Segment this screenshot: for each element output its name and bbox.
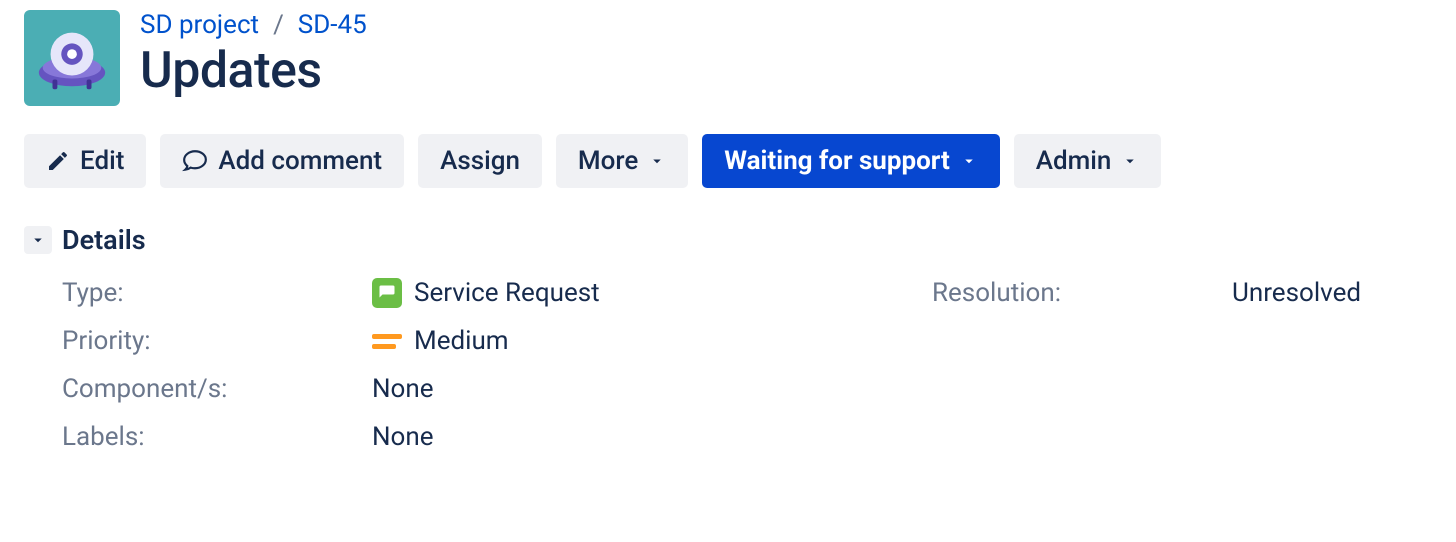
breadcrumb-separator: / (273, 10, 284, 40)
resolution-value: Unresolved (1232, 278, 1432, 308)
ufo-icon (33, 19, 111, 97)
add-comment-button[interactable]: Add comment (160, 134, 404, 188)
labels-value[interactable]: None (372, 422, 932, 452)
labels-label: Labels: (62, 422, 372, 452)
chevron-down-icon (648, 152, 666, 170)
edit-button[interactable]: Edit (24, 134, 146, 188)
chevron-down-icon (960, 152, 978, 170)
chevron-down-icon (1121, 152, 1139, 170)
edit-label: Edit (80, 146, 124, 176)
more-button[interactable]: More (556, 134, 688, 188)
pencil-icon (46, 149, 70, 173)
project-avatar[interactable] (24, 10, 120, 106)
resolution-label: Resolution: (932, 278, 1232, 308)
priority-label: Priority: (62, 326, 372, 356)
status-label: Waiting for support (724, 146, 949, 176)
admin-label: Admin (1036, 146, 1112, 176)
components-label: Component/s: (62, 374, 372, 404)
comment-icon (182, 148, 208, 174)
breadcrumb: SD project / SD-45 (140, 10, 367, 40)
priority-value-text: Medium (414, 326, 509, 356)
breadcrumb-project-link[interactable]: SD project (140, 10, 259, 40)
chevron-down-icon (29, 231, 47, 249)
breadcrumb-issue-link[interactable]: SD-45 (298, 10, 367, 40)
add-comment-label: Add comment (218, 146, 382, 176)
service-request-icon (372, 278, 402, 308)
priority-medium-icon (372, 332, 402, 350)
more-label: More (578, 146, 638, 176)
type-value[interactable]: Service Request (372, 278, 932, 308)
assign-label: Assign (440, 146, 520, 176)
details-collapse-toggle[interactable] (24, 226, 52, 254)
toolbar: Edit Add comment Assign More Waiting for… (24, 134, 1432, 188)
assign-button[interactable]: Assign (418, 134, 542, 188)
status-button[interactable]: Waiting for support (702, 134, 999, 188)
type-value-text: Service Request (414, 278, 600, 308)
admin-button[interactable]: Admin (1014, 134, 1162, 188)
details-section-title: Details (62, 224, 146, 256)
components-value[interactable]: None (372, 374, 932, 404)
priority-value[interactable]: Medium (372, 326, 932, 356)
details-panel: Type: Service Request Resolution: Unreso… (24, 278, 1432, 452)
issue-title: Updates (140, 44, 367, 99)
type-label: Type: (62, 278, 372, 308)
